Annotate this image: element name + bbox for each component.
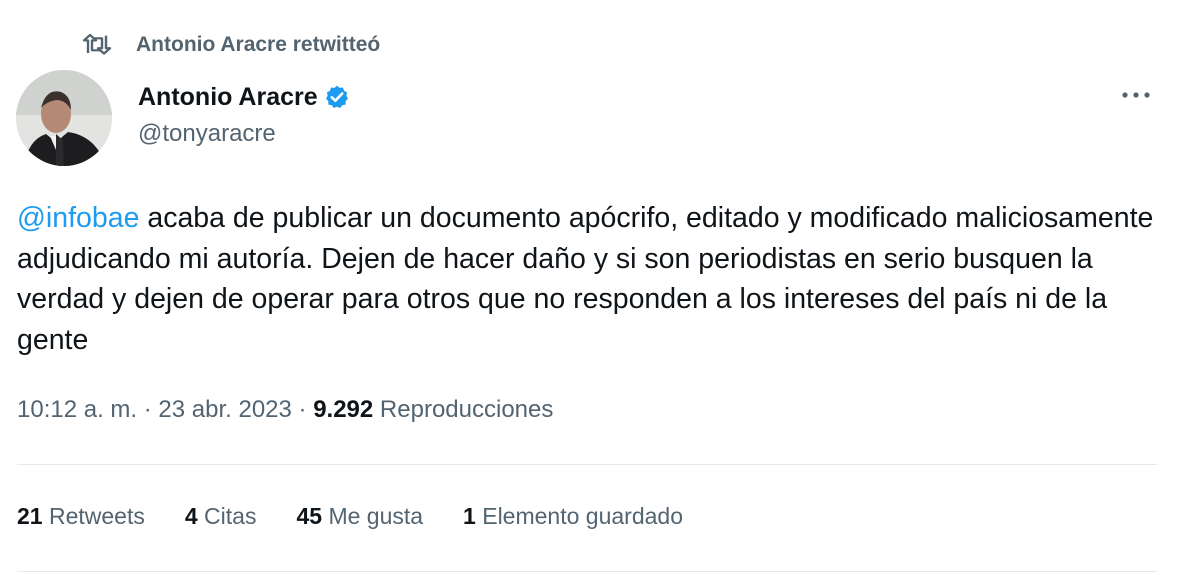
retweets-stat[interactable]: 21 Retweets xyxy=(17,503,145,530)
quotes-label: Citas xyxy=(204,503,257,529)
views-label xyxy=(373,396,380,424)
tweet-text: @infobae acaba de publicar un documento … xyxy=(17,198,1177,360)
bookmarks-label: Elemento guardado xyxy=(482,503,683,529)
views-label-text: Reproducciones xyxy=(379,396,554,423)
quotes-count: 4 xyxy=(184,503,198,529)
likes-label: Me gusta xyxy=(328,503,424,529)
tweet-stats: 21 Retweets 4 Citas 45 Me gusta 1 Elemen… xyxy=(17,503,723,530)
bookmarks-count: 1 xyxy=(463,503,476,529)
tweet-meta: 10:12 a. m. · 23 abr. 2023 · 9.292 Repro… xyxy=(17,396,553,424)
author-name-row: Antonio Aracre xyxy=(138,80,352,114)
verified-badge-icon xyxy=(324,83,352,111)
more-horizontal-icon xyxy=(1120,86,1152,104)
mention-link[interactable]: @infobae xyxy=(17,202,139,234)
retweets-count: 21 xyxy=(17,503,43,529)
tweet-date[interactable]: 23 abr. 2023 xyxy=(158,396,291,424)
divider xyxy=(17,571,1157,572)
retweeted-by-text[interactable]: Antonio Aracre retwitteó xyxy=(136,33,380,57)
meta-separator: · xyxy=(137,396,159,423)
author-handle[interactable]: @tonyaracre xyxy=(138,120,276,148)
retweet-icon xyxy=(80,30,114,60)
avatar[interactable] xyxy=(16,70,112,166)
tweet-body: acaba de publicar un documento apócrifo,… xyxy=(17,202,1162,356)
likes-stat[interactable]: 45 Me gusta xyxy=(296,503,423,530)
quotes-stat[interactable]: 4 Citas xyxy=(185,503,257,530)
more-options-button[interactable] xyxy=(1118,80,1154,110)
retweet-header: Antonio Aracre retwitteó xyxy=(80,30,380,60)
retweets-label: Retweets xyxy=(48,503,145,529)
likes-count: 45 xyxy=(296,503,323,529)
divider xyxy=(17,464,1157,465)
meta-separator: · xyxy=(291,396,314,423)
views-count: 9.292 xyxy=(313,396,374,423)
tweet-time[interactable]: 10:12 a. m. xyxy=(17,396,137,424)
bookmarks-stat[interactable]: 1 Elemento guardado xyxy=(463,503,683,530)
author-name[interactable]: Antonio Aracre xyxy=(138,83,318,112)
